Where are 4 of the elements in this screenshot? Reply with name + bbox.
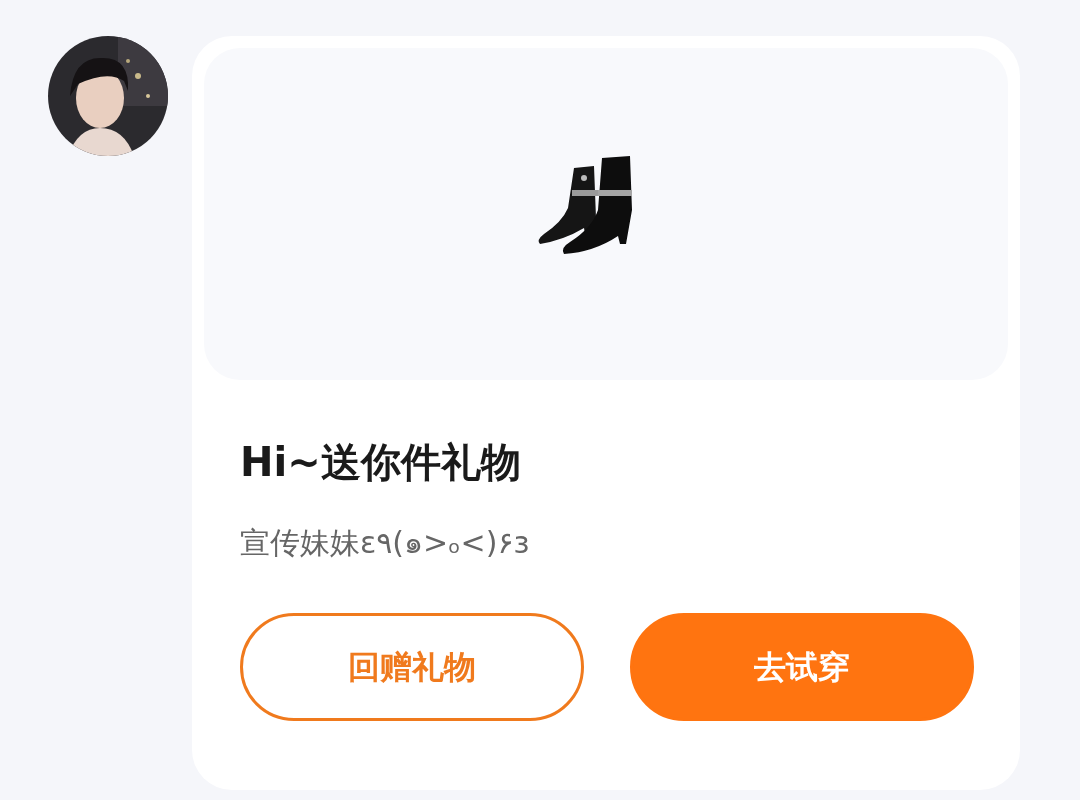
sender-name: 宣传妹妹ε٩(๑>ₒ<)۶з bbox=[240, 524, 531, 562]
return-gift-button[interactable]: 回赠礼物 bbox=[240, 613, 584, 721]
try-on-button[interactable]: 去试穿 bbox=[630, 613, 974, 721]
gift-title: Hi~送你件礼物 bbox=[240, 438, 522, 487]
